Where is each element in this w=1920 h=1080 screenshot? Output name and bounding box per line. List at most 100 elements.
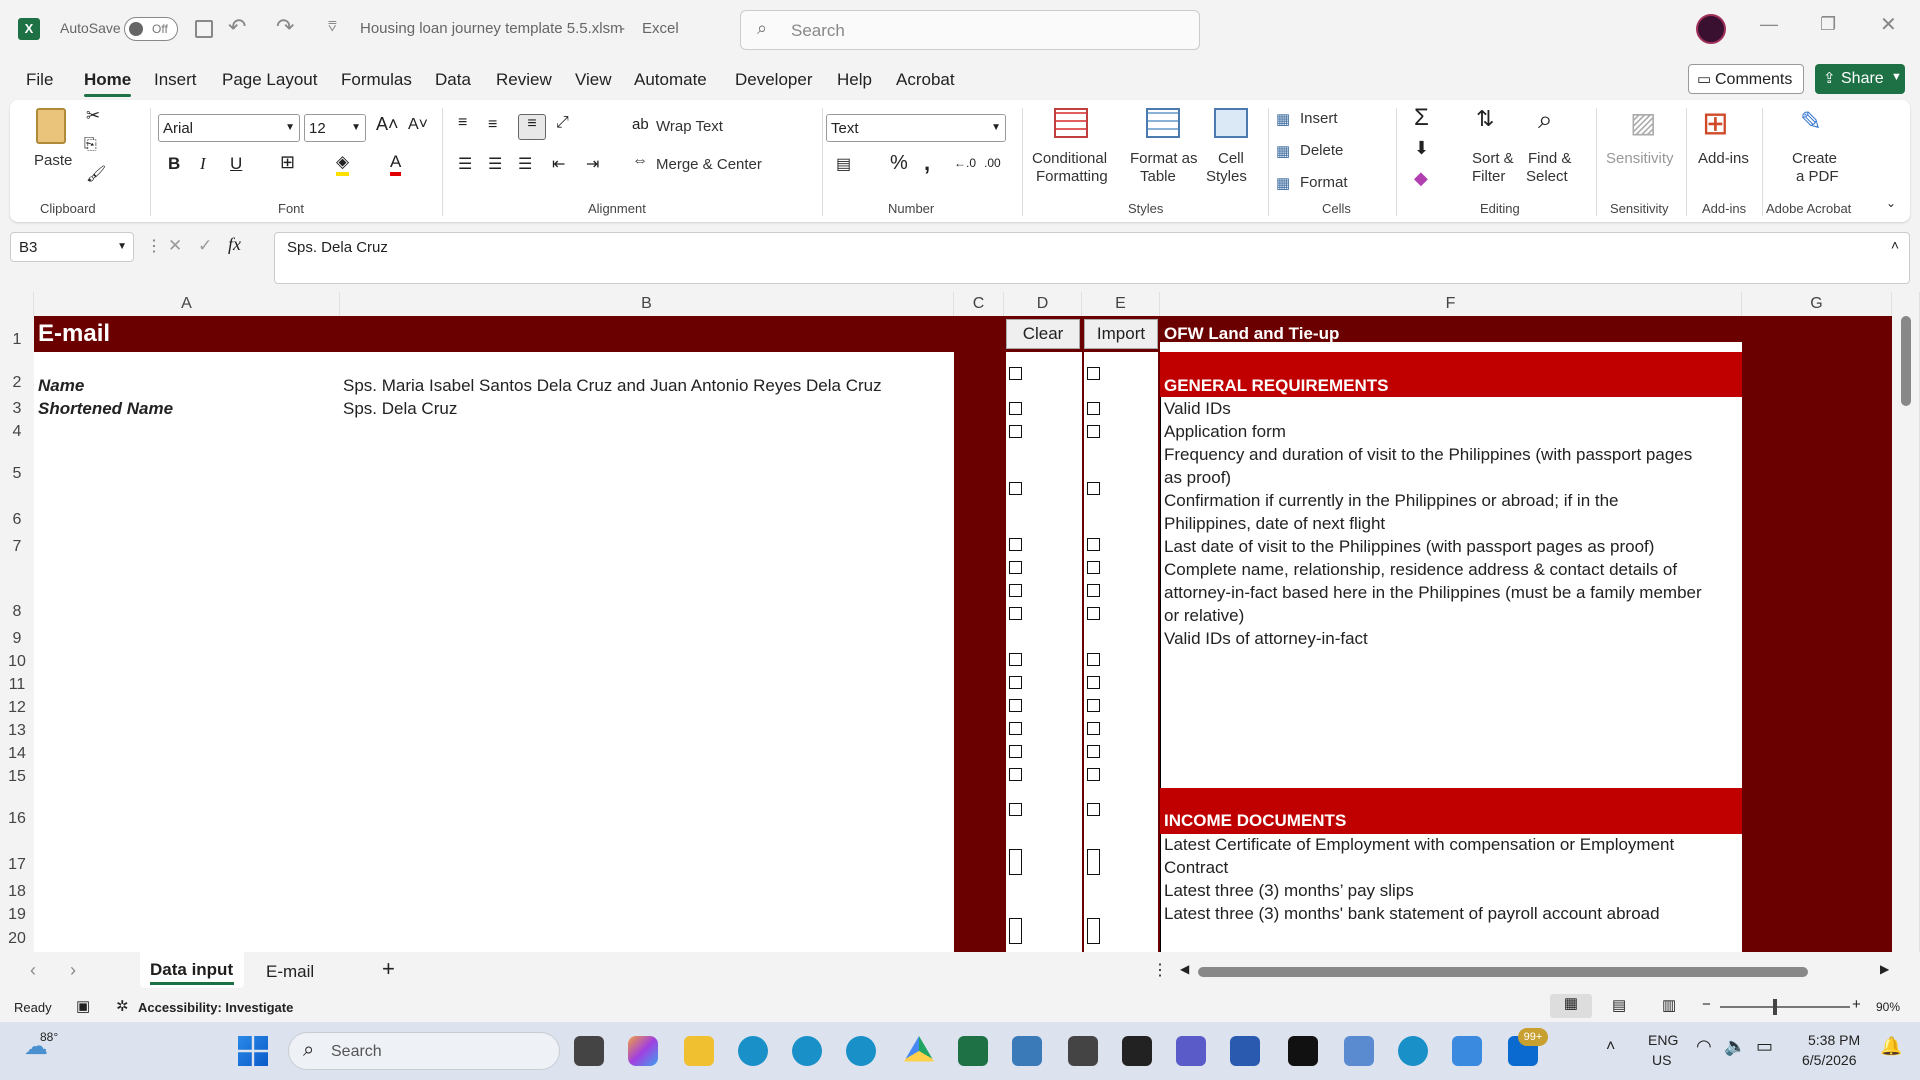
horizontal-scrollbar-thumb[interactable] — [1198, 967, 1808, 977]
checkbox-import[interactable] — [1087, 425, 1100, 438]
add-ins-button[interactable]: Add-ins — [1698, 150, 1749, 167]
requirement-item[interactable]: Philippines, date of next flight — [1164, 514, 1385, 534]
checkbox-clear[interactable] — [1009, 561, 1022, 574]
clear-icon[interactable]: ◆ — [1414, 168, 1428, 189]
requirement-item[interactable]: or relative) — [1164, 606, 1244, 626]
google-drive-icon[interactable] — [904, 1036, 934, 1062]
email-header[interactable]: E-mail — [38, 320, 110, 348]
zoom-out-icon[interactable]: − — [1702, 996, 1711, 1013]
shortened-name-value[interactable]: Sps. Dela Cruz — [343, 399, 457, 419]
align-center-icon[interactable]: ☰ — [488, 154, 502, 174]
page-layout-view-icon[interactable]: ▤ — [1612, 996, 1626, 1014]
checkbox-import[interactable] — [1087, 803, 1100, 816]
checkbox-clear[interactable] — [1009, 849, 1022, 875]
row-header[interactable]: 6 — [0, 489, 34, 535]
scrollbar-thumb[interactable] — [1901, 316, 1911, 406]
row-header[interactable]: 16 — [0, 788, 34, 834]
requirement-item[interactable]: Valid IDs of attorney-in-fact — [1164, 629, 1368, 649]
tab-developer[interactable]: Developer — [735, 70, 813, 90]
format-as-table-button[interactable]: Format as — [1130, 150, 1198, 167]
font-name-select[interactable]: Arial ▼ — [158, 114, 300, 142]
zoom-slider[interactable] — [1720, 1006, 1850, 1008]
worksheet-grid[interactable]: A B C D E F G 1 2 3 4 5 6 7 8 9 10 11 12… — [0, 292, 1920, 952]
cut-icon[interactable]: ✂ — [86, 106, 100, 126]
merge-center-button[interactable]: Merge & Center — [656, 156, 762, 173]
start-icon[interactable] — [238, 1036, 268, 1066]
undo-icon[interactable]: ↶ — [228, 14, 246, 40]
row-header[interactable]: 12 — [0, 696, 34, 719]
edge-dev-icon[interactable] — [1398, 1036, 1428, 1066]
checkbox-import[interactable] — [1087, 918, 1100, 944]
name-label[interactable]: Name — [38, 376, 84, 396]
requirement-item[interactable]: Application form — [1164, 422, 1286, 442]
insert-cells-button[interactable]: Insert — [1300, 110, 1338, 127]
row-header[interactable]: 7 — [0, 535, 34, 558]
checkbox-clear[interactable] — [1009, 425, 1022, 438]
create-pdf-button[interactable]: Create — [1792, 150, 1837, 167]
sensitivity-button[interactable]: Sensitivity — [1606, 150, 1674, 167]
decrease-indent-icon[interactable]: ⇤ — [552, 154, 565, 174]
m365-icon[interactable] — [1122, 1036, 1152, 1066]
checkbox-clear[interactable] — [1009, 803, 1022, 816]
column-header-c[interactable]: C — [954, 292, 1004, 316]
sort-filter-button[interactable]: Sort & — [1472, 150, 1514, 167]
decrease-decimal-icon[interactable]: .00 — [984, 156, 1001, 170]
excel-taskbar-icon[interactable] — [958, 1036, 988, 1066]
copy-icon[interactable]: ⎘ — [84, 136, 97, 154]
taskbar-search[interactable]: ⌕ Search — [288, 1032, 560, 1070]
battery-icon[interactable]: ▭ — [1756, 1036, 1773, 1057]
increase-indent-icon[interactable]: ⇥ — [586, 154, 599, 174]
tab-acrobat[interactable]: Acrobat — [896, 70, 955, 90]
avatar[interactable] — [1696, 14, 1726, 44]
row-header[interactable]: 1 — [0, 316, 34, 352]
zoom-slider-handle[interactable] — [1773, 999, 1777, 1015]
scroll-right-icon[interactable]: › — [70, 960, 76, 981]
collapse-formula-icon[interactable]: ˄ — [1891, 237, 1899, 253]
collapse-ribbon-icon[interactable]: ⌄ — [1886, 196, 1896, 210]
row-header[interactable]: 17 — [0, 834, 34, 880]
comments-button[interactable]: ▭ Comments — [1688, 64, 1804, 94]
tab-page-layout[interactable]: Page Layout — [222, 70, 317, 90]
language-line1[interactable]: ENG — [1648, 1032, 1678, 1048]
underline-icon[interactable]: U — [230, 154, 242, 174]
fill-color-icon[interactable]: ◈ — [336, 152, 350, 176]
checkbox-import[interactable] — [1087, 849, 1100, 875]
align-top-icon[interactable]: ≡ — [458, 114, 467, 132]
row-header[interactable]: 2 — [0, 352, 34, 397]
copilot-icon[interactable] — [628, 1036, 658, 1066]
checkbox-clear[interactable] — [1009, 653, 1022, 666]
checkbox-clear[interactable] — [1009, 607, 1022, 620]
format-cells-button[interactable]: Format — [1300, 174, 1348, 191]
checkbox-import[interactable] — [1087, 768, 1100, 781]
tab-review[interactable]: Review — [496, 70, 552, 90]
increase-decimal-icon[interactable]: ←.0 — [954, 156, 976, 170]
notifications-icon[interactable]: 🔔 — [1880, 1036, 1902, 1057]
font-color-icon[interactable]: A — [390, 152, 402, 176]
number-format-select[interactable]: Text ▼ — [826, 114, 1006, 142]
checkbox-clear[interactable] — [1009, 699, 1022, 712]
normal-view-icon[interactable]: ▦ — [1550, 994, 1592, 1018]
shrink-font-icon[interactable]: A˅ — [408, 116, 428, 134]
orientation-icon[interactable]: ⤢ — [556, 114, 569, 132]
notepad-icon[interactable] — [1452, 1036, 1482, 1066]
macro-record-icon[interactable]: ▣ — [76, 997, 90, 1015]
sheet-tab-data-input[interactable]: Data input — [140, 952, 244, 988]
cancel-icon[interactable]: ✕ — [168, 236, 182, 256]
font-size-select[interactable]: 12 ▼ — [304, 114, 366, 142]
checkbox-import[interactable] — [1087, 482, 1100, 495]
find-select-button[interactable]: Find & — [1528, 150, 1571, 167]
delete-cells-button[interactable]: Delete — [1300, 142, 1343, 159]
edge-profile2-icon[interactable] — [846, 1036, 876, 1066]
search-input[interactable]: ⌕ Search — [740, 10, 1200, 50]
income-documents-header[interactable]: INCOME DOCUMENTS — [1164, 811, 1346, 831]
row-header[interactable]: 14 — [0, 742, 34, 765]
redo-icon[interactable]: ↷ — [276, 14, 294, 40]
row-header[interactable]: 9 — [0, 627, 34, 650]
row-header[interactable]: 13 — [0, 719, 34, 742]
checkbox-clear[interactable] — [1009, 482, 1022, 495]
grow-font-icon[interactable]: A˄ — [376, 114, 399, 135]
checkbox-import[interactable] — [1087, 367, 1100, 380]
scroll-left-icon[interactable]: ‹ — [30, 960, 36, 981]
task-view-icon[interactable] — [574, 1036, 604, 1066]
name-box[interactable]: B3 ▼ — [10, 232, 134, 262]
